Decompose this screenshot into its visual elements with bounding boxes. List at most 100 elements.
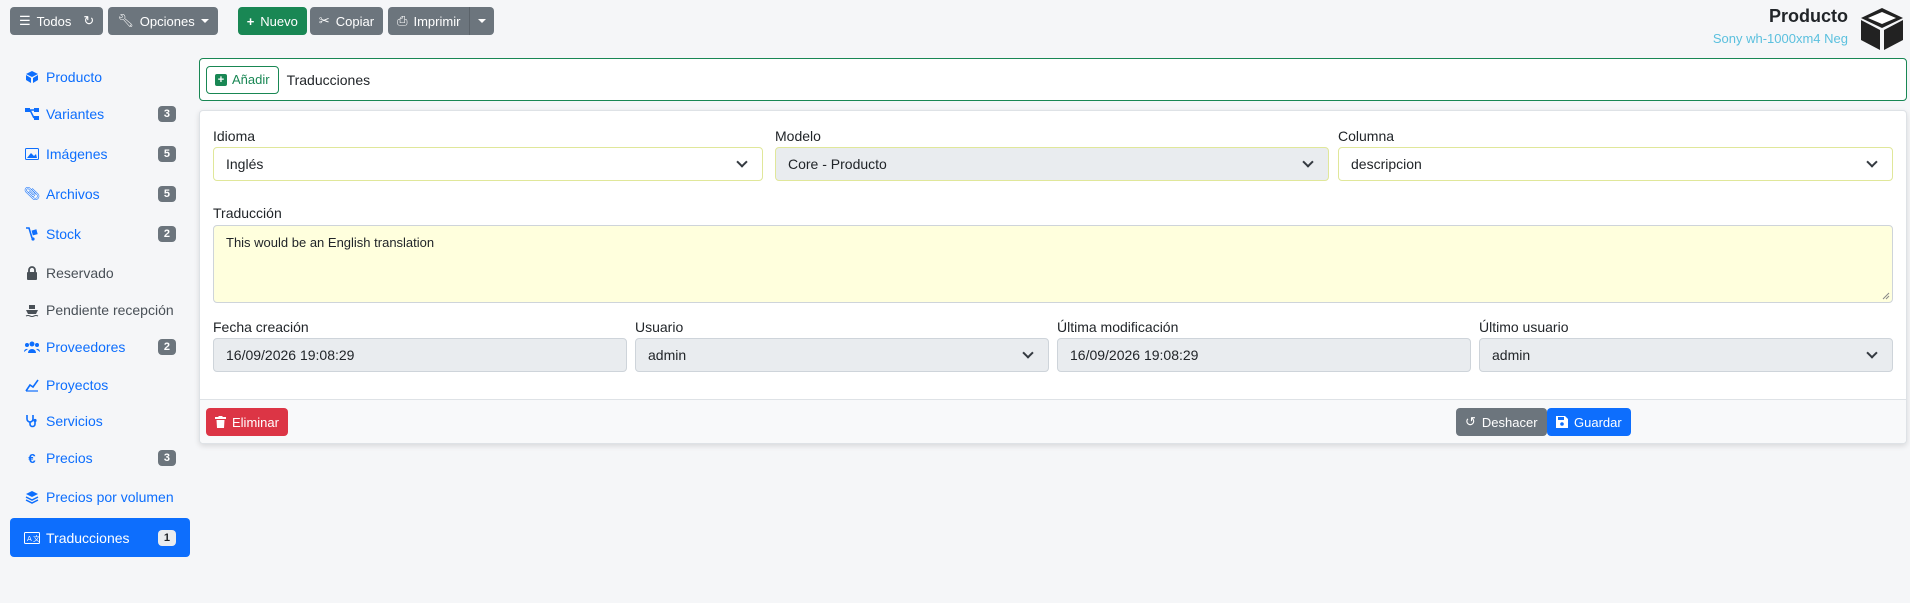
chevron-down-icon — [1022, 347, 1034, 359]
ultima-modificacion-label: Última modificación — [1057, 319, 1179, 335]
sitemap-icon — [24, 108, 40, 120]
guardar-button[interactable]: Guardar — [1547, 408, 1631, 436]
opciones-label: Opciones — [139, 13, 195, 29]
fecha-creacion-field: 16/09/2026 19:08:29 — [213, 338, 627, 372]
toolbar: ☰ Todos ↻ 🔧︎ Opciones + Nuevo ✂ Copiar ⎙… — [10, 7, 499, 35]
sidebar-item-precios[interactable]: € Precios 3 — [10, 438, 190, 478]
sidebar-item-variantes[interactable]: Variantes 3 — [10, 94, 190, 134]
dolly-icon — [24, 227, 40, 241]
chevron-down-icon — [1302, 156, 1314, 168]
copiar-button[interactable]: ✂ Copiar — [309, 7, 384, 35]
ultima-modificacion-value: 16/09/2026 19:08:29 — [1070, 347, 1199, 363]
traduccion-label: Traducción — [213, 205, 282, 221]
section-title: Traducciones — [286, 71, 371, 88]
sidebar-item-label: Precios por volumen — [46, 489, 174, 505]
sidebar-item-producto[interactable]: Producto — [10, 60, 190, 94]
usuario-select[interactable]: admin — [635, 338, 1049, 372]
sidebar-item-servicios[interactable]: Servicios — [10, 404, 190, 438]
nuevo-group: + Nuevo — [237, 7, 307, 35]
plus-square-icon: + — [215, 73, 227, 86]
nuevo-button[interactable]: + Nuevo — [237, 7, 307, 35]
svg-text:A: A — [27, 535, 32, 543]
count-badge: 5 — [157, 146, 176, 162]
sidebar-item-traducciones[interactable]: A文 Traducciones 1 — [10, 518, 190, 557]
opciones-group: 🔧︎ Opciones — [108, 7, 218, 35]
box-icon — [1861, 8, 1903, 50]
sidebar-item-label: Variantes — [46, 106, 105, 122]
add-translation-button[interactable]: + Añadir — [206, 65, 279, 94]
nuevo-label: Nuevo — [260, 13, 298, 29]
usuario-value: admin — [648, 347, 687, 363]
lock-icon — [24, 266, 40, 280]
chevron-down-icon — [1866, 347, 1878, 359]
chevron-down-icon — [736, 156, 748, 168]
imprimir-group: ⎙ Imprimir — [388, 7, 495, 35]
sidebar: Producto Variantes 3 Imágenes 5 📎︎ Archi… — [10, 60, 190, 557]
sidebar-item-reservado: Reservado — [10, 254, 190, 292]
todos-button[interactable]: ☰ Todos ↻ — [10, 7, 104, 35]
modelo-value: Core - Producto — [788, 156, 887, 172]
euro-icon: € — [28, 450, 36, 466]
eliminar-label: Eliminar — [232, 414, 279, 430]
ultimo-usuario-select[interactable]: admin — [1479, 338, 1893, 372]
layers-icon — [24, 490, 40, 504]
columna-value: descripcion — [1351, 156, 1422, 172]
count-badge: 1 — [157, 529, 176, 546]
chevron-down-icon — [1866, 156, 1878, 168]
sidebar-item-label: Proveedores — [46, 339, 126, 355]
deshacer-label: Deshacer — [1481, 414, 1538, 430]
print-icon: ⎙ — [397, 13, 408, 28]
sidebar-item-proveedores[interactable]: Proveedores 2 — [10, 328, 190, 366]
guardar-label: Guardar — [1574, 414, 1622, 430]
todos-group: ☰ Todos ↻ — [10, 7, 104, 35]
eliminar-button[interactable]: Eliminar — [206, 408, 288, 436]
users-icon — [24, 341, 40, 353]
page-subtitle: Sony wh-1000xm4 Neg — [1712, 31, 1848, 46]
traduccion-textarea[interactable]: This would be an English translation — [213, 225, 1893, 303]
todos-label: Todos — [36, 13, 72, 29]
undo-icon: ↺ — [1465, 414, 1476, 429]
count-badge: 2 — [157, 339, 176, 355]
ultima-modificacion-field: 16/09/2026 19:08:29 — [1057, 338, 1471, 372]
imprimir-dropdown-toggle[interactable] — [469, 7, 495, 35]
traduccion-value: This would be an English translation — [226, 235, 435, 250]
imprimir-label: Imprimir — [413, 13, 461, 29]
sidebar-item-pendiente-recepcion: Pendiente recepción — [10, 292, 190, 328]
copiar-group: ✂ Copiar — [309, 7, 384, 35]
sidebar-item-label: Producto — [46, 69, 103, 85]
caret-down-icon — [200, 19, 209, 23]
usuario-label: Usuario — [635, 319, 684, 335]
add-label: Añadir — [232, 72, 270, 87]
modelo-select[interactable]: Core - Producto — [775, 147, 1329, 181]
idioma-value: Inglés — [226, 156, 264, 172]
sidebar-item-precios-por-volumen[interactable]: Precios por volumen — [10, 478, 190, 516]
sidebar-item-archivos[interactable]: 📎︎ Archivos 5 — [10, 174, 190, 214]
count-badge: 3 — [157, 106, 176, 122]
idioma-label: Idioma — [213, 128, 256, 144]
columna-select[interactable]: descripcion — [1338, 147, 1893, 181]
sidebar-item-proyectos[interactable]: Proyectos — [10, 366, 190, 404]
count-badge: 2 — [157, 226, 176, 242]
wrench-icon: 🔧︎ — [117, 13, 134, 28]
idioma-select[interactable]: Inglés — [213, 147, 763, 181]
fecha-creacion-value: 16/09/2026 19:08:29 — [226, 347, 355, 363]
imprimir-button[interactable]: ⎙ Imprimir — [388, 7, 470, 35]
sidebar-item-label: Proyectos — [46, 377, 109, 393]
save-icon — [1556, 416, 1568, 428]
sidebar-item-imagenes[interactable]: Imágenes 5 — [10, 134, 190, 174]
ultimo-usuario-value: admin — [1492, 347, 1531, 363]
resize-handle-icon[interactable] — [1882, 292, 1890, 300]
count-badge: 5 — [157, 186, 176, 202]
paperclip-icon: 📎︎ — [23, 186, 41, 201]
fecha-creacion-label: Fecha creación — [213, 319, 309, 335]
deshacer-button[interactable]: ↺ Deshacer — [1456, 408, 1547, 436]
page-title: Producto — [1769, 6, 1848, 26]
caret-down-icon — [478, 19, 487, 23]
sidebar-item-stock[interactable]: Stock 2 — [10, 214, 190, 254]
opciones-button[interactable]: 🔧︎ Opciones — [108, 7, 218, 35]
language-icon: A文 — [24, 531, 40, 544]
form-footer: Eliminar ↺ Deshacer Guardar — [200, 399, 1906, 443]
plus-icon: + — [246, 13, 255, 29]
modelo-label: Modelo — [775, 128, 821, 144]
scissors-icon: ✂ — [318, 13, 330, 28]
